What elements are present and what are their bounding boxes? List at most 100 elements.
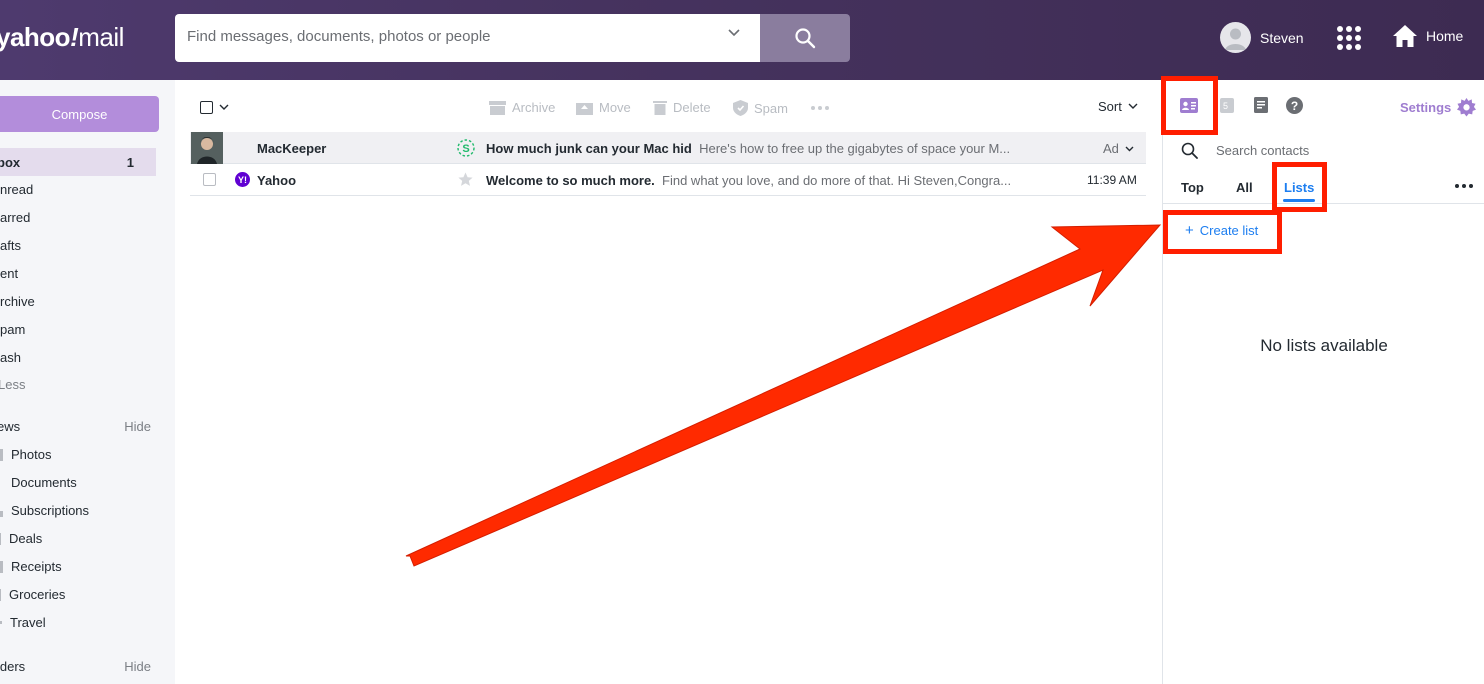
move-button[interactable]: Move xyxy=(576,100,631,115)
sidebar-view-documents[interactable]: Documents xyxy=(0,475,77,490)
message-preview: Welcome to so much more. Find what you l… xyxy=(486,173,1011,188)
search-input[interactable] xyxy=(187,28,717,45)
gear-icon xyxy=(1457,98,1477,117)
home-button[interactable]: Home xyxy=(1392,24,1463,48)
svg-text:?: ? xyxy=(1291,99,1298,113)
message-snippet: Here's how to free up the gigabytes of s… xyxy=(699,141,1011,156)
sidebar-item-unread[interactable]: nread xyxy=(0,182,33,197)
compose-button[interactable]: Compose xyxy=(0,96,159,132)
highlight-contacts-icon xyxy=(1161,76,1218,135)
archive-label: Archive xyxy=(512,100,556,115)
views-section-header: ews Hide xyxy=(0,419,151,434)
sort-button[interactable]: Sort xyxy=(1098,99,1138,114)
sidebar-view-label: Photos xyxy=(11,447,52,462)
sort-label: Sort xyxy=(1098,99,1122,114)
message-preview: How much junk can your Mac hid Here's ho… xyxy=(486,141,1010,156)
move-icon xyxy=(576,102,593,115)
settings-label: Settings xyxy=(1400,100,1452,115)
photos-icon xyxy=(0,448,3,461)
star-icon[interactable] xyxy=(458,172,473,187)
sidebar-view-groceries[interactable]: Groceries xyxy=(0,587,65,602)
trash-icon xyxy=(653,101,667,115)
empty-lists-message: No lists available xyxy=(1260,336,1388,355)
sidebar-view-travel[interactable]: Travel xyxy=(0,615,46,630)
home-icon xyxy=(1393,25,1417,47)
search-button[interactable] xyxy=(760,14,850,62)
home-label: Home xyxy=(1426,28,1464,44)
calendar-icon[interactable]: 5 xyxy=(1220,98,1234,113)
travel-icon xyxy=(0,621,2,624)
user-profile-button[interactable]: Steven xyxy=(1220,22,1304,53)
svg-text:S: S xyxy=(462,143,469,155)
delete-label: Delete xyxy=(673,100,711,115)
sidebar-less-label: Less xyxy=(0,377,26,392)
views-hide-button[interactable]: Hide xyxy=(124,419,151,434)
sidebar-item-archive[interactable]: rchive xyxy=(0,294,35,309)
yahoo-mail-logo[interactable]: yahoo!mail xyxy=(0,22,124,53)
sidebar: Compose box 1 nread arred afts ent rchiv… xyxy=(0,80,175,684)
message-sender: Yahoo xyxy=(257,173,297,188)
sidebar-item-spam[interactable]: pam xyxy=(0,322,25,337)
sidebar-item-drafts[interactable]: afts xyxy=(0,238,21,253)
tab-all[interactable]: All xyxy=(1236,180,1253,195)
message-time: 11:39 AM xyxy=(1087,173,1137,187)
folders-section-header: lders Hide xyxy=(0,659,151,674)
views-section-label: ews xyxy=(0,419,21,434)
sidebar-less-toggle[interactable]: Less xyxy=(0,377,25,392)
message-snippet: Find what you love, and do more of that.… xyxy=(662,173,1012,188)
app-header: yahoo!mail Steven Home xyxy=(0,0,1484,80)
sponsored-icon: S xyxy=(457,139,475,157)
tab-top[interactable]: Top xyxy=(1181,180,1204,195)
help-icon[interactable]: ? xyxy=(1286,97,1303,114)
more-options-icon[interactable] xyxy=(1455,184,1473,188)
row-checkbox[interactable] xyxy=(203,173,216,186)
sidebar-view-label: Groceries xyxy=(9,587,66,602)
sidebar-view-receipts[interactable]: Receipts xyxy=(0,559,62,574)
unread-count-badge: 1 xyxy=(126,154,134,170)
receipts-icon xyxy=(0,560,3,573)
deals-icon xyxy=(0,532,1,545)
archive-icon xyxy=(489,100,506,115)
message-subject: How much junk can your Mac hid xyxy=(486,141,692,156)
sidebar-item-label: box xyxy=(0,154,21,170)
chevron-down-icon xyxy=(1125,146,1134,151)
sidebar-view-deals[interactable]: Deals xyxy=(0,531,42,546)
table-row[interactable]: MacKeeper S How much junk can your Mac h… xyxy=(190,132,1146,164)
table-row[interactable]: Y! Yahoo Welcome to so much more. Find w… xyxy=(190,164,1146,196)
ad-options-button[interactable]: Ad xyxy=(1103,141,1134,156)
select-all-control[interactable] xyxy=(200,101,229,114)
spam-label: Spam xyxy=(754,100,788,116)
folders-hide-button[interactable]: Hide xyxy=(124,659,151,674)
highlight-create-list xyxy=(1163,210,1282,254)
folders-section-label: lders xyxy=(0,659,26,674)
delete-button[interactable]: Delete xyxy=(653,100,711,115)
more-icon xyxy=(811,106,829,110)
notepad-icon[interactable] xyxy=(1254,97,1268,113)
contacts-search-input[interactable] xyxy=(1216,143,1416,158)
message-sender: MacKeeper xyxy=(257,141,327,156)
move-label: Move xyxy=(599,100,631,115)
sidebar-view-label: Documents xyxy=(11,475,77,490)
calendar-day: 5 xyxy=(1223,101,1229,111)
sidebar-view-label: Deals xyxy=(9,531,43,546)
select-all-checkbox[interactable] xyxy=(200,101,213,114)
search-icon xyxy=(795,28,816,49)
sidebar-item-starred[interactable]: arred xyxy=(0,210,30,225)
sidebar-view-subscriptions[interactable]: Subscriptions xyxy=(0,503,89,518)
chevron-down-icon[interactable] xyxy=(219,104,229,111)
more-actions-button[interactable] xyxy=(811,106,829,110)
settings-button[interactable]: Settings xyxy=(1400,98,1477,117)
groceries-icon xyxy=(0,588,1,601)
archive-button[interactable]: Archive xyxy=(489,100,555,115)
contacts-search xyxy=(1181,142,1416,159)
chevron-down-icon[interactable] xyxy=(728,29,740,37)
spam-button[interactable]: Spam xyxy=(733,100,788,116)
sidebar-view-photos[interactable]: Photos xyxy=(0,447,51,462)
user-name: Steven xyxy=(1260,29,1304,46)
sidebar-item-sent[interactable]: ent xyxy=(0,266,18,281)
sidebar-item-trash[interactable]: ash xyxy=(0,350,21,365)
apps-grid-icon[interactable] xyxy=(1337,26,1361,50)
shield-icon xyxy=(733,100,748,116)
sidebar-view-label: Receipts xyxy=(11,559,62,574)
sidebar-item-inbox[interactable]: box 1 xyxy=(0,148,156,176)
